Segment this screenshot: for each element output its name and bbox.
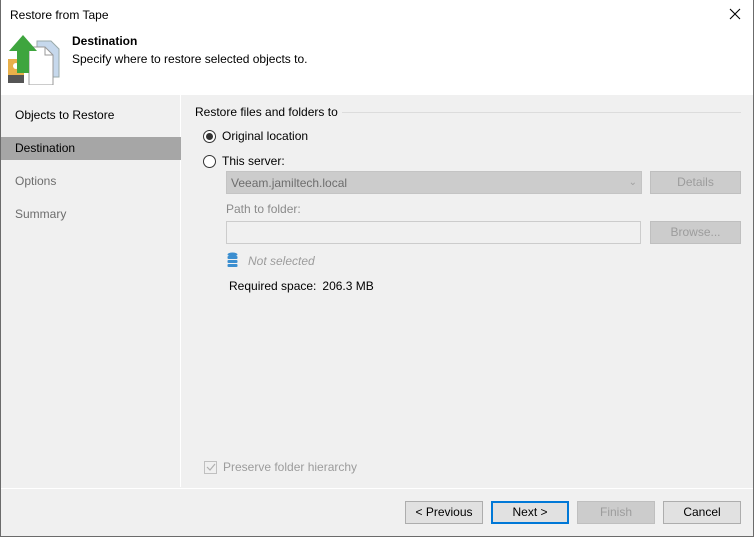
sidebar-item-summary: Summary [15,207,67,221]
wizard-steps-sidebar: Objects to Restore Destination Options S… [1,95,181,487]
destination-panel: Restore files and folders to Original lo… [182,95,753,487]
next-button[interactable]: Next > [491,501,569,524]
server-select[interactable]: Veeam.jamiltech.local ⌄ [226,171,642,194]
sidebar-item-options: Options [15,174,57,188]
original-location-label: Original location [222,129,309,143]
chevron-down-icon: ⌄ [628,177,637,188]
this-server-radio[interactable]: This server: [203,154,285,168]
preserve-folder-hierarchy-label: Preserve folder hierarchy [223,460,358,474]
browse-button[interactable]: Browse... [650,221,741,244]
sidebar-item-objects-to-restore[interactable]: Objects to Restore [1,104,181,127]
restore-to-group-label: Restore files and folders to [195,105,342,119]
server-select-value: Veeam.jamiltech.local [231,176,348,190]
step-title: Destination [72,34,138,48]
cancel-button[interactable]: Cancel [663,501,741,524]
restore-tape-icon [8,35,60,85]
dialog-header: Restore from Tape Destination Specify wh… [1,0,753,95]
previous-button[interactable]: < Previous [405,501,483,524]
original-location-radio[interactable]: Original location [203,129,308,143]
dialog-footer: < Previous Next > Finish Cancel [1,488,753,536]
this-server-label: This server: [222,154,285,168]
preserve-folder-hierarchy-checkbox[interactable]: Preserve folder hierarchy [204,460,357,474]
path-to-folder-input[interactable] [226,221,641,244]
checkmark-icon [206,463,215,471]
path-to-folder-label: Path to folder: [226,202,301,216]
database-icon [227,252,238,267]
window-title: Restore from Tape [10,8,109,22]
required-space: Required space: 206.3 MB [229,279,374,293]
radio-button-unchecked[interactable] [203,154,216,168]
restore-from-tape-dialog: Restore from Tape Destination Specify wh… [0,0,754,537]
checkbox-checked[interactable] [204,460,217,474]
step-description: Specify where to restore selected object… [72,52,308,66]
close-button[interactable] [725,4,745,24]
details-button[interactable]: Details [650,171,741,194]
radio-button-checked[interactable] [203,129,216,143]
required-space-value: 206.3 MB [322,279,374,293]
repository-status: Not selected [248,254,315,268]
finish-button[interactable]: Finish [577,501,655,524]
required-space-label: Required space: [229,279,317,293]
sidebar-item-destination[interactable]: Destination [1,137,181,160]
close-icon [729,8,741,20]
